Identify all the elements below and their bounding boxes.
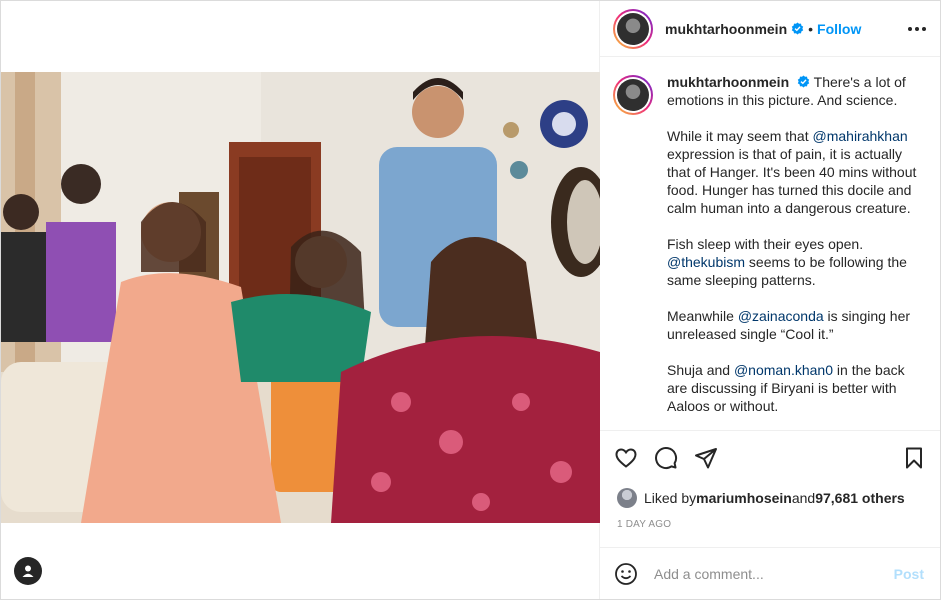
post-sidebar: mukhtarhoonmein • Follow mukhtarhoonmein xyxy=(600,1,940,599)
post-header: mukhtarhoonmein • Follow xyxy=(600,1,940,57)
post-media[interactable] xyxy=(1,1,600,599)
instagram-post: mukhtarhoonmein • Follow mukhtarhoonmein xyxy=(0,0,941,600)
liker-avatar[interactable] xyxy=(617,488,637,508)
heart-icon[interactable] xyxy=(614,446,638,470)
post-comment-button[interactable]: Post xyxy=(894,566,924,582)
likes-count[interactable]: 97,681 others xyxy=(815,490,905,506)
caption-avatar[interactable] xyxy=(613,75,653,115)
more-options-icon[interactable] xyxy=(908,26,926,31)
post-photo[interactable] xyxy=(1,72,600,523)
post-photo-image xyxy=(1,72,600,523)
caption-p2-b: expression is that of pain, it is actual… xyxy=(667,146,917,216)
mention-link[interactable]: @zainaconda xyxy=(738,308,824,324)
follow-button[interactable]: Follow xyxy=(817,21,861,37)
caption-text: mukhtarhoonmein There's a lot of emotion… xyxy=(667,73,921,430)
separator-dot: • xyxy=(808,20,814,37)
caption: mukhtarhoonmein There's a lot of emotion… xyxy=(613,73,924,430)
mention-link[interactable]: @noman.khan0 xyxy=(734,362,833,378)
mention-link[interactable]: @mahirahkhan xyxy=(813,128,908,144)
liker-username[interactable]: mariumhosein xyxy=(696,490,792,506)
paper-plane-icon[interactable] xyxy=(694,446,718,470)
comment-icon[interactable] xyxy=(654,446,678,470)
verified-badge-icon xyxy=(797,75,810,88)
emoji-icon[interactable] xyxy=(614,562,638,586)
comment-input[interactable]: Add a comment... xyxy=(654,566,894,582)
likes-prefix: Liked by xyxy=(644,490,697,506)
mention-link[interactable]: @thekubism xyxy=(667,254,745,270)
header-username[interactable]: mukhtarhoonmein xyxy=(665,21,787,37)
caption-p4-a: Meanwhile xyxy=(667,308,738,324)
action-bar xyxy=(600,431,940,485)
caption-username[interactable]: mukhtarhoonmein xyxy=(667,74,789,90)
caption-p5-a: Shuja and xyxy=(667,362,734,378)
comments-section[interactable]: mukhtarhoonmein There's a lot of emotion… xyxy=(600,57,940,431)
comment-bar: Add a comment... Post xyxy=(600,547,940,599)
caption-p3-a: Fish sleep with their eyes open. xyxy=(667,236,864,252)
likes-middle: and xyxy=(791,490,816,506)
avatar[interactable] xyxy=(613,8,653,49)
bookmark-icon[interactable] xyxy=(902,446,926,470)
post-timestamp[interactable]: 1 DAY AGO xyxy=(600,511,940,545)
likes-summary: Liked by mariumhosein and 97,681 others xyxy=(600,485,940,511)
verified-badge-icon xyxy=(791,22,804,35)
user-tag-icon[interactable] xyxy=(14,557,42,585)
caption-p2-a: While it may seem that xyxy=(667,128,813,144)
